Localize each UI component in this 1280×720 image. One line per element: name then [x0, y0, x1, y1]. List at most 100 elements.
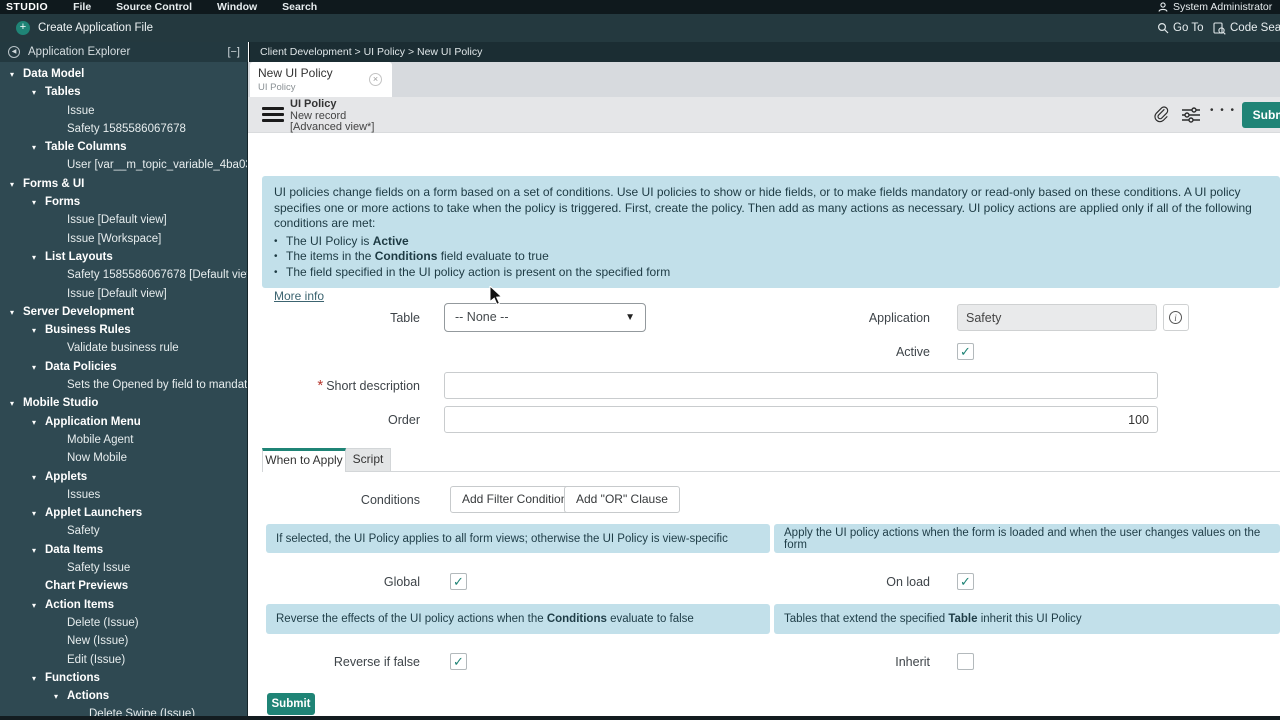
tree-expand-icon[interactable]: ▾ — [32, 359, 45, 376]
tree-item[interactable]: Delete (Issue) — [0, 614, 247, 632]
table-select[interactable]: -- None -- ▼ — [444, 303, 646, 332]
application-field[interactable] — [957, 304, 1157, 331]
submit-button[interactable]: Submit — [267, 693, 315, 715]
tree-expand-icon[interactable]: ▾ — [32, 139, 45, 156]
tree-item[interactable]: Chart Previews — [0, 577, 247, 595]
collapse-all-icon[interactable]: [−] — [227, 46, 240, 58]
tree-item[interactable]: Issue [Default view] — [0, 285, 247, 303]
tree-folder[interactable]: ▾ Server Development — [0, 303, 247, 321]
tree-item[interactable]: Issue [Workspace] — [0, 230, 247, 248]
tree-folder[interactable]: ▾ Tables — [0, 83, 247, 101]
tree-item[interactable]: Safety — [0, 522, 247, 540]
tree-item[interactable]: Safety Issue — [0, 559, 247, 577]
tree-folder[interactable]: ▾ Business Rules — [0, 321, 247, 339]
tree-item[interactable]: Issues — [0, 486, 247, 504]
inherit-checkbox[interactable] — [957, 653, 974, 670]
tree-expand-icon[interactable]: ▾ — [32, 414, 45, 431]
menu-file[interactable]: File — [73, 1, 91, 13]
menu-source-control[interactable]: Source Control — [116, 1, 192, 13]
tree-folder[interactable]: ▾ Data Policies — [0, 358, 247, 376]
tree-folder[interactable]: ▾ Application Menu — [0, 413, 247, 431]
close-icon[interactable]: × — [369, 73, 382, 86]
tab-when-to-apply[interactable]: When to Apply — [262, 448, 346, 472]
go-to-button[interactable]: Go To — [1157, 14, 1203, 42]
tree-item[interactable]: Issue — [0, 102, 247, 120]
tree-item[interactable]: User [var__m_topic_variable_4ba038b923 — [0, 156, 247, 174]
hamburger-menu-icon[interactable] — [262, 107, 284, 123]
tree-item-label: List Layouts — [45, 250, 113, 263]
tree-expand-icon[interactable]: ▾ — [32, 194, 45, 211]
tree-folder[interactable]: ▾ Table Columns — [0, 138, 247, 156]
tree-item[interactable]: Safety 1585586067678 — [0, 120, 247, 138]
tree-expand-icon[interactable]: ▾ — [32, 542, 45, 559]
tree-folder[interactable]: ▾ Forms — [0, 193, 247, 211]
tree-expand-icon[interactable]: ▾ — [54, 688, 67, 705]
reverse-if-false-checkbox[interactable]: ✓ — [450, 653, 467, 670]
tree-expand-icon[interactable]: ▾ — [10, 395, 23, 412]
application-explorer-tree: ▾ Data Model ▾ Tables Issue Safety 1585586067… — [0, 62, 248, 720]
tree-folder[interactable]: ▾ Actions — [0, 687, 247, 705]
tree-item[interactable]: Safety 1585586067678 [Default view] — [0, 266, 247, 284]
info-bullets: • The UI Policy is Active • The items in t… — [274, 234, 1268, 281]
menu-window[interactable]: Window — [217, 1, 257, 13]
short-description-field[interactable] — [444, 372, 1158, 399]
tree-expand-icon[interactable]: ▾ — [32, 670, 45, 687]
paperclip-icon[interactable] — [1150, 104, 1172, 126]
tree-folder[interactable]: ▾ List Layouts — [0, 248, 247, 266]
tree-item[interactable]: Edit (Issue) — [0, 651, 247, 669]
tree-item[interactable]: Validate business rule — [0, 339, 247, 357]
header-submit-button[interactable]: Submit — [1242, 102, 1280, 128]
add-filter-condition-button[interactable]: Add Filter Condition — [450, 486, 580, 513]
tree-folder[interactable]: ▾ Applets — [0, 468, 247, 486]
create-application-file-button[interactable]: + Create Application File — [16, 14, 153, 42]
studio-window: STUDIO File Source Control Window Search… — [0, 0, 1280, 720]
tree-expand-icon[interactable]: ▾ — [10, 176, 23, 193]
back-icon[interactable]: ◀ — [8, 46, 20, 58]
global-checkbox[interactable]: ✓ — [450, 573, 467, 590]
tree-item[interactable]: Now Mobile — [0, 449, 247, 467]
application-info-button[interactable]: i — [1163, 304, 1189, 331]
tree-folder[interactable]: ▾ Data Model — [0, 65, 247, 83]
tree-expand-icon[interactable]: ▾ — [10, 66, 23, 83]
tree-expand-icon[interactable]: ▾ — [32, 249, 45, 266]
user-menu[interactable]: System Administrator — [1158, 0, 1272, 14]
tree-expand-icon[interactable]: ▾ — [10, 304, 23, 321]
short-description-label: * Short description — [317, 377, 420, 394]
tree-expand-icon[interactable]: ▾ — [32, 84, 45, 101]
tree-folder[interactable]: ▾ Forms & UI — [0, 175, 247, 193]
more-options-icon[interactable]: • • • — [1210, 105, 1236, 116]
tree-folder[interactable]: ▾ Data Items — [0, 541, 247, 559]
sliders-icon[interactable] — [1180, 104, 1202, 126]
tab-new-ui-policy[interactable]: New UI Policy UI Policy × — [250, 62, 392, 97]
plus-icon: + — [16, 21, 30, 35]
tree-expand-icon[interactable]: ▾ — [32, 322, 45, 339]
inherit-hint: Tables that extend the specified Table i… — [774, 604, 1280, 634]
more-info-link[interactable]: More info — [274, 289, 324, 305]
add-or-clause-button[interactable]: Add "OR" Clause — [564, 486, 680, 513]
order-field[interactable] — [444, 406, 1158, 433]
tree-expand-icon[interactable]: ▾ — [32, 505, 45, 522]
info-icon: i — [1169, 311, 1182, 324]
tree-item[interactable]: Sets the Opened by field to mandatory — [0, 376, 247, 394]
table-label: Table — [390, 311, 420, 325]
tree-folder[interactable]: ▾ Applet Launchers — [0, 504, 247, 522]
active-checkbox[interactable]: ✓ — [957, 343, 974, 360]
on-load-checkbox[interactable]: ✓ — [957, 573, 974, 590]
tree-item-label: Delete (Issue) — [67, 616, 139, 629]
tree-item-label: Edit (Issue) — [67, 653, 126, 666]
tab-script[interactable]: Script — [346, 448, 391, 471]
tree-item[interactable]: Mobile Agent — [0, 431, 247, 449]
inherit-label: Inherit — [895, 655, 930, 669]
toolbar: + Create Application File Go To Code Sea… — [0, 14, 1280, 42]
code-search-button[interactable]: Code Search — [1213, 14, 1280, 42]
tree-folder[interactable]: ▾ Mobile Studio — [0, 394, 247, 412]
tree-item[interactable]: Issue [Default view] — [0, 211, 247, 229]
tree-folder[interactable]: ▾ Action Items — [0, 596, 247, 614]
chevron-down-icon: ▼ — [625, 312, 635, 323]
menu-search[interactable]: Search — [282, 1, 317, 13]
tree-folder[interactable]: ▾ Functions — [0, 669, 247, 687]
tree-item[interactable]: New (Issue) — [0, 632, 247, 650]
tree-item-label: Safety 1585586067678 [Default view] — [67, 269, 247, 282]
tree-expand-icon[interactable]: ▾ — [32, 597, 45, 614]
tree-expand-icon[interactable]: ▾ — [32, 469, 45, 486]
